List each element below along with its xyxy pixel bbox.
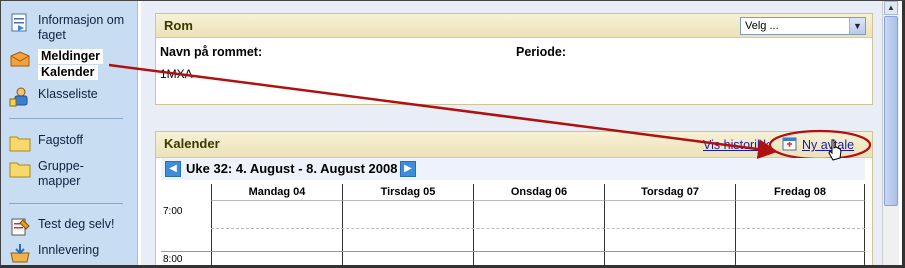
day-column[interactable]	[735, 201, 865, 265]
day-header: Onsdag 06	[473, 184, 604, 201]
folder-icon	[9, 136, 31, 152]
window: Informasjon om faget Meldinger Kalender …	[0, 0, 905, 268]
day-header: Torsdag 07	[604, 184, 735, 201]
day-column[interactable]	[604, 201, 735, 265]
sidebar-item-test[interactable]: Test deg selv!	[9, 217, 114, 237]
sidebar: Informasjon om faget Meldinger Kalender …	[1, 1, 138, 265]
sidebar-item-fagstoff[interactable]: Fagstoff	[9, 133, 83, 153]
room-select-value: Velg ...	[745, 20, 779, 32]
calendar-panel-header: Kalender Vis historikk Ny avtale	[156, 129, 872, 161]
sidebar-divider	[9, 118, 123, 119]
sidebar-item-innlevering[interactable]: Innlevering	[9, 243, 99, 263]
previous-week-button[interactable]: ◀	[165, 161, 181, 177]
week-title: Uke 32: 4. August - 8. August 2008	[186, 161, 398, 176]
chevron-down-icon[interactable]: ▼	[849, 18, 865, 34]
room-title: Rom	[164, 18, 193, 33]
calendar-panel: Kalender Vis historikk Ny avtale ◀ Uke 3…	[155, 129, 873, 265]
room-panel-header: Rom Velg ... ▼	[156, 14, 872, 38]
hand-cursor-icon	[828, 139, 842, 161]
main-content: Rom Velg ... ▼ Navn på rommet: 1MXA Peri…	[141, 1, 887, 265]
test-icon	[11, 218, 30, 236]
vertical-scrollbar[interactable]: ▲	[882, 1, 899, 265]
sidebar-item-label: Klasseliste	[38, 87, 98, 101]
period-label: Periode:	[516, 45, 567, 59]
next-week-button[interactable]: ▶	[400, 161, 416, 177]
day-header: Fredag 08	[735, 184, 865, 201]
sidebar-item-informasjon[interactable]: Informasjon om faget	[9, 13, 128, 43]
time-label: 7:00	[163, 206, 183, 217]
day-header: Tirsdag 05	[342, 184, 473, 201]
sidebar-item-label: Gruppe-mapper	[38, 159, 84, 188]
highlight-ellipse	[768, 129, 872, 161]
day-header: Mandag 04	[211, 184, 342, 201]
class-list-icon	[9, 87, 28, 107]
day-column[interactable]	[342, 201, 473, 265]
sidebar-item-label: Meldinger	[38, 49, 104, 64]
sidebar-item-label: Fagstoff	[38, 133, 83, 147]
scrollbar-thumb[interactable]	[884, 16, 898, 206]
sidebar-item-label: Innlevering	[38, 243, 100, 257]
room-name-label: Navn på rommet:	[160, 45, 263, 59]
sidebar-item-label: Test deg selv!	[38, 217, 115, 231]
history-link[interactable]: Vis historikk	[703, 138, 769, 152]
sidebar-item-label: Informasjon om faget	[38, 13, 125, 42]
hour-line	[161, 251, 865, 252]
day-column[interactable]	[473, 201, 604, 265]
sidebar-item-klasseliste[interactable]: Klasseliste	[9, 87, 98, 107]
folder-icon	[9, 162, 31, 178]
info-page-icon	[11, 13, 27, 32]
messages-icon	[10, 51, 30, 67]
room-select[interactable]: Velg ... ▼	[740, 17, 866, 35]
sidebar-item-gruppemapper[interactable]: Gruppe-mapper	[9, 159, 94, 189]
time-label: 8:00	[163, 254, 183, 265]
week-navigation: ◀ Uke 32: 4. August - 8. August 2008 ▶	[161, 158, 865, 180]
half-hour-line	[211, 228, 865, 229]
room-panel: Rom Velg ... ▼ Navn på rommet: 1MXA Peri…	[155, 13, 873, 105]
day-column[interactable]	[211, 201, 342, 265]
scroll-up-icon[interactable]: ▲	[884, 1, 898, 15]
sidebar-item-kalender[interactable]: Kalender	[38, 65, 98, 80]
room-name-value: 1MXA	[160, 67, 193, 81]
submission-icon	[10, 244, 30, 263]
sidebar-divider	[9, 203, 123, 204]
calendar-title: Kalender	[164, 136, 220, 151]
calendar-icon: Kalender	[38, 65, 98, 80]
